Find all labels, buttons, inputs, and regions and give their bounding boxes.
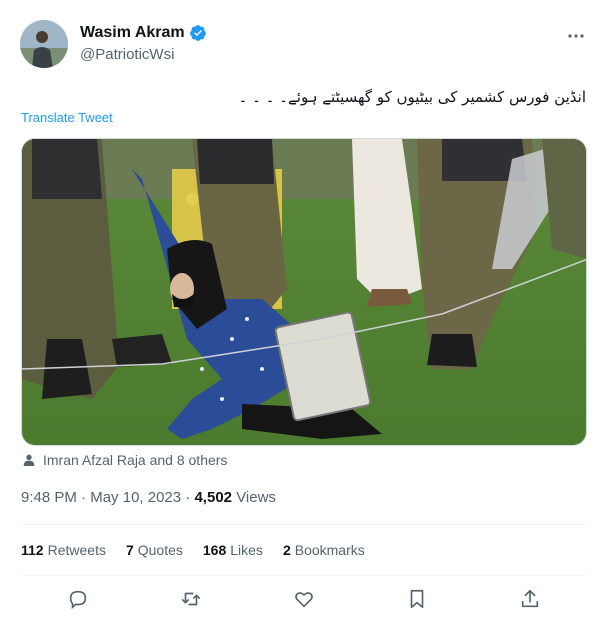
tweet-time[interactable]: 9:48 PM [21,489,77,506]
bookmark-button[interactable] [406,588,428,610]
tweet-text: انڈین فورس کشمیر کی بیٹیوں کو گھسیٹتے ہو… [238,88,586,106]
divider [21,575,587,576]
tweet-header: Wasim Akram @PatrioticWsi [20,20,586,72]
avatar[interactable] [20,20,68,68]
tweet-actions [21,588,587,612]
handle[interactable]: @PatrioticWsi [80,46,174,63]
display-name[interactable]: Wasim Akram [80,24,185,42]
retweet-icon [181,592,201,606]
retweet-button[interactable] [180,588,202,610]
tweet-date[interactable]: May 10, 2023 [90,489,181,506]
engagement-stats: 112 Retweets 7 Quotes 168 Likes 2 Bookmarks [21,542,385,558]
verified-badge-icon [189,25,206,41]
like-button[interactable] [293,588,315,610]
divider [21,524,587,525]
reply-icon [69,590,87,610]
retweets-stat[interactable]: 112 Retweets [21,542,106,558]
person-tag-icon [23,454,35,466]
tagged-users[interactable]: Imran Afzal Raja and 8 others [21,452,227,468]
views-count: 4,502 [194,489,233,506]
tweet-meta: 9:48 PM · May 10, 2023 · 4,502 Views [21,489,276,506]
bookmark-icon [410,589,424,609]
more-options-icon[interactable] [566,26,586,46]
share-icon [521,589,539,608]
share-button[interactable] [519,588,541,610]
bookmarks-stat[interactable]: 2 Bookmarks [283,542,365,558]
quotes-stat[interactable]: 7 Quotes [126,542,183,558]
translate-tweet-link[interactable]: Translate Tweet [21,110,113,125]
tagged-users-text: Imran Afzal Raja and 8 others [43,452,228,468]
meta-separator: · [81,489,91,506]
views-label: Views [236,489,276,506]
like-icon [295,592,313,608]
reply-button[interactable] [67,588,89,610]
likes-stat[interactable]: 168 Likes [203,542,263,558]
tweet-photo[interactable] [21,138,587,446]
